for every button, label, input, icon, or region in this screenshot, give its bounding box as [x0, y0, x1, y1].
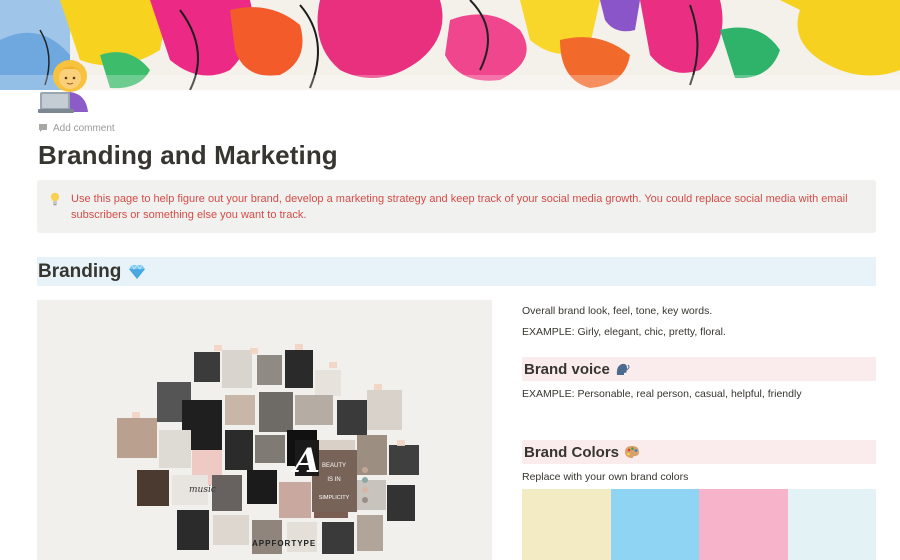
- brand-colors-heading-text: Brand Colors: [524, 443, 620, 461]
- page-title[interactable]: Branding and Marketing: [38, 140, 338, 171]
- brand-colors-description[interactable]: Replace with your own brand colors: [522, 470, 688, 484]
- moodboard-caption-simplicity: SIMPLICITY: [319, 495, 350, 501]
- callout-text: Use this page to help figure out your br…: [71, 193, 848, 221]
- moodboard-image[interactable]: BEAUTY IS IN SIMPLICITY A music APPFORTY…: [37, 300, 492, 560]
- callout-block[interactable]: Use this page to help figure out your br…: [37, 180, 876, 233]
- branding-heading[interactable]: Branding: [37, 257, 876, 286]
- lightbulb-icon: [49, 192, 61, 206]
- comment-icon: [38, 123, 48, 133]
- brand-overall-text[interactable]: Overall brand look, feel, tone, key word…: [522, 304, 712, 318]
- moodboard-collage: BEAUTY IS IN SIMPLICITY A music APPFORTY…: [37, 300, 492, 560]
- color-swatch-1[interactable]: [522, 489, 611, 560]
- branding-heading-text: Branding: [38, 260, 122, 282]
- moodboard-caption-is-in: IS IN: [327, 477, 340, 483]
- color-swatch-4[interactable]: [787, 489, 876, 560]
- color-swatch-3[interactable]: [699, 489, 788, 560]
- color-swatch-2[interactable]: [610, 489, 699, 560]
- moodboard-caption-music: music: [189, 485, 216, 495]
- artist-palette-icon: [624, 445, 640, 459]
- cover-paint-art: [0, 0, 900, 90]
- add-comment-label: Add comment: [53, 122, 115, 134]
- brand-voice-example-text[interactable]: EXAMPLE: Personable, real person, casual…: [522, 387, 802, 401]
- add-comment-button[interactable]: Add comment: [38, 121, 115, 135]
- moodboard-caption-appfortype: APPFORTYPE: [252, 539, 316, 548]
- brand-voice-heading[interactable]: Brand voice: [522, 357, 876, 381]
- brand-example-text[interactable]: EXAMPLE: Girly, elegant, chic, pretty, f…: [522, 325, 726, 339]
- page-cover-image[interactable]: [0, 0, 900, 90]
- brand-colors-heading[interactable]: Brand Colors: [522, 440, 876, 464]
- brand-color-swatches: [522, 489, 876, 560]
- moodboard-letter-a: A: [291, 441, 320, 481]
- brand-voice-heading-text: Brand voice: [524, 360, 610, 378]
- moodboard-caption-beauty: BEAUTY: [322, 463, 346, 469]
- gem-icon: [128, 263, 146, 280]
- speaking-head-icon: [615, 362, 631, 376]
- woman-technologist-icon[interactable]: [38, 58, 94, 114]
